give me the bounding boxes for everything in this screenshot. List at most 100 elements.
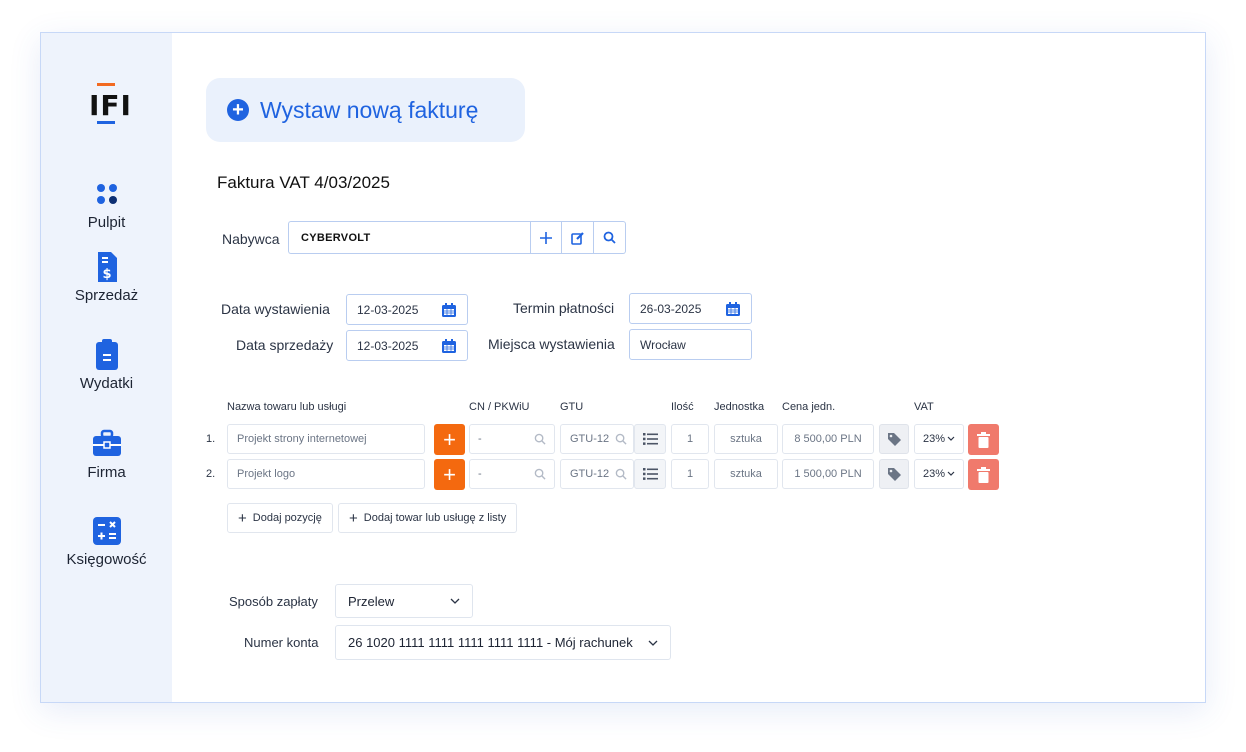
chevron-down-icon	[947, 436, 955, 441]
item-name-input[interactable]: Projekt strony internetowej	[227, 424, 425, 454]
column-header-vat: VAT	[914, 401, 934, 413]
discount-tag-button[interactable]	[879, 459, 909, 489]
cn-input[interactable]: -	[469, 424, 555, 454]
column-header-name: Nazwa towaru lub usługi	[227, 401, 347, 413]
edit-icon	[570, 231, 584, 245]
sidebar-item-ksiegowosc[interactable]: Księgowość	[41, 515, 172, 568]
price-input[interactable]: 8 500,00 PLN	[782, 424, 874, 454]
payment-method-label: Sposób zapłaty	[229, 594, 318, 609]
add-position-label: Dodaj pozycję	[252, 512, 322, 524]
payment-method-value: Przelew	[348, 593, 395, 609]
calendar-icon[interactable]	[441, 302, 457, 318]
plus-icon	[540, 231, 552, 244]
plus-circle-icon: +	[227, 99, 249, 121]
invoice-dollar-icon: $	[97, 252, 117, 282]
add-position-button[interactable]: + Dodaj pozycję	[227, 503, 333, 533]
search-icon[interactable]	[615, 433, 627, 445]
gtu-input[interactable]: GTU-12	[560, 424, 634, 454]
sidebar-item-label: Księgowość	[66, 551, 147, 568]
row-number: 2.	[206, 468, 216, 480]
account-number-select[interactable]: 26 1020 1111 1111 1111 1111 1111 - Mój r…	[335, 625, 671, 660]
vat-value: 23%	[922, 433, 946, 445]
column-header-qty: Ilość	[671, 401, 694, 413]
main-content: + Wystaw nową fakturę Faktura VAT 4/03/2…	[172, 33, 1205, 702]
ifi-logo[interactable]: IFI	[89, 83, 131, 127]
trash-icon	[977, 466, 990, 483]
vat-value: 23%	[922, 468, 946, 480]
chevron-down-icon	[947, 471, 955, 476]
chevron-down-icon	[648, 640, 658, 646]
sale-date-value: 12-03-2025	[357, 338, 419, 353]
list-icon	[642, 468, 658, 480]
add-buyer-button[interactable]	[530, 221, 562, 254]
unit-input[interactable]: sztuka	[714, 459, 778, 489]
sidebar: IFI Pulpit $ Sprzedaż Wydatki Firma Księ…	[41, 33, 172, 702]
buyer-label: Nabywca	[222, 231, 280, 247]
gtu-value: GTU-12	[570, 468, 610, 480]
invoice-title: Faktura VAT 4/03/2025	[217, 173, 390, 192]
tag-icon	[887, 432, 901, 446]
cn-input[interactable]: -	[469, 459, 555, 489]
sidebar-item-firma[interactable]: Firma	[41, 428, 172, 481]
due-date-label: Termin płatności	[513, 300, 615, 316]
quantity-input[interactable]: 1	[671, 424, 709, 454]
dashboard-dots-icon	[96, 184, 117, 204]
logo-bottom-bar	[97, 121, 115, 124]
account-number-label: Numer konta	[244, 635, 319, 650]
add-item-button[interactable]: +	[434, 424, 465, 455]
sidebar-item-label: Wydatki	[79, 375, 134, 392]
due-date-value: 26-03-2025	[640, 301, 702, 316]
place-value: Wrocław	[640, 337, 686, 352]
due-date-input[interactable]: 26-03-2025	[629, 293, 752, 324]
new-invoice-label: Wystaw nową fakturę	[260, 96, 479, 123]
search-icon[interactable]	[534, 468, 546, 480]
sidebar-item-label: Pulpit	[87, 214, 126, 231]
plus-icon: +	[238, 509, 247, 527]
gtu-list-button[interactable]	[634, 424, 666, 454]
buyer-input[interactable]: CYBERVOLT	[288, 221, 530, 254]
sidebar-item-label: Firma	[87, 464, 126, 481]
sidebar-item-wydatki[interactable]: Wydatki	[41, 339, 172, 392]
issue-date-input[interactable]: 12-03-2025	[346, 294, 468, 325]
gtu-value: GTU-12	[570, 433, 610, 445]
add-item-button[interactable]: +	[434, 459, 465, 490]
discount-tag-button[interactable]	[879, 424, 909, 454]
sale-date-input[interactable]: 12-03-2025	[346, 330, 468, 361]
gtu-input[interactable]: GTU-12	[560, 459, 634, 489]
add-from-list-button[interactable]: + Dodaj towar lub usługę z listy	[338, 503, 518, 533]
delete-item-button[interactable]	[968, 424, 999, 455]
calendar-icon[interactable]	[725, 301, 741, 317]
add-from-list-label: Dodaj towar lub usługę z listy	[363, 512, 507, 524]
search-buyer-button[interactable]	[594, 221, 626, 254]
app-window: IFI Pulpit $ Sprzedaż Wydatki Firma Księ…	[40, 32, 1206, 703]
column-header-unit: Jednostka	[714, 401, 765, 413]
issue-date-label: Data wystawienia	[221, 301, 330, 317]
vat-select[interactable]: 23%	[914, 459, 964, 489]
trash-icon	[977, 431, 990, 448]
cn-value: -	[478, 433, 482, 445]
edit-buyer-button[interactable]	[562, 221, 594, 254]
sidebar-item-sprzedaz[interactable]: $ Sprzedaż	[41, 251, 172, 304]
briefcase-icon	[92, 429, 121, 456]
sale-date-label: Data sprzedaży	[236, 337, 334, 353]
vat-select[interactable]: 23%	[914, 424, 964, 454]
gtu-list-button[interactable]	[634, 459, 666, 489]
item-name-input[interactable]: Projekt logo	[227, 459, 425, 489]
account-number-value: 26 1020 1111 1111 1111 1111 1111 - Mój r…	[348, 635, 633, 650]
place-label: Miejsca wystawienia	[488, 336, 615, 352]
unit-input[interactable]: sztuka	[714, 424, 778, 454]
new-invoice-button[interactable]: + Wystaw nową fakturę	[206, 78, 525, 142]
column-header-gtu: GTU	[560, 401, 584, 413]
price-input[interactable]: 1 500,00 PLN	[782, 459, 874, 489]
place-input[interactable]: Wrocław	[629, 329, 752, 360]
sidebar-item-pulpit[interactable]: Pulpit	[41, 178, 172, 231]
calculator-icon	[92, 517, 121, 545]
quantity-input[interactable]: 1	[671, 459, 709, 489]
delete-item-button[interactable]	[968, 459, 999, 490]
search-icon[interactable]	[534, 433, 546, 445]
calendar-icon[interactable]	[441, 338, 457, 354]
cn-value: -	[478, 468, 482, 480]
payment-method-select[interactable]: Przelew	[335, 584, 473, 618]
sidebar-item-label: Sprzedaż	[74, 287, 139, 304]
search-icon[interactable]	[615, 468, 627, 480]
